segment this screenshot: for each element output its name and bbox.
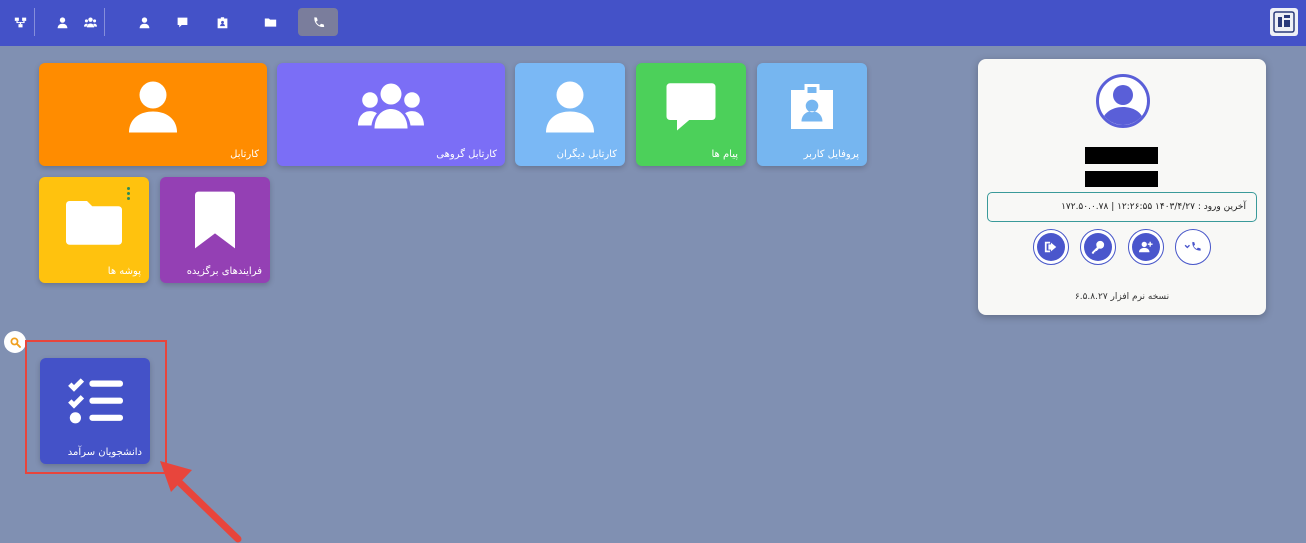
checklist-icon [68, 378, 123, 424]
top-toolbar [0, 0, 1306, 46]
app-root: کارتابل کارتابل گروهی کارتابل دیگران پیا… [0, 0, 1306, 543]
tile-messages[interactable]: پیام ها [636, 63, 746, 166]
users-group-icon [83, 16, 97, 27]
phone-icon [313, 16, 324, 27]
tile-label: پوشه ها [107, 266, 141, 277]
user-icon [57, 16, 67, 28]
users-group-icon [358, 83, 424, 129]
logout-icon [1044, 241, 1057, 253]
user-button-2[interactable] [130, 8, 158, 36]
more-options-icon[interactable] [127, 187, 131, 200]
toolbar-group-3 [130, 8, 158, 36]
toolbar-group-1 [6, 8, 35, 36]
toolbar-group-5 [208, 8, 236, 36]
toolbar-group-2 [48, 8, 105, 36]
tile-label: کارتابل [230, 149, 259, 160]
phone-button[interactable] [298, 8, 338, 36]
tile-label: کارتابل دیگران [556, 149, 617, 160]
tile-others-cartable[interactable]: کارتابل دیگران [515, 63, 625, 166]
id-badge-icon [217, 16, 227, 28]
tile-group-cartable[interactable]: کارتابل گروهی [277, 63, 505, 166]
tile-label: فرایندهای برگزیده [186, 266, 262, 277]
avatar [1096, 74, 1150, 128]
change-password-button[interactable] [1080, 229, 1117, 265]
user-button[interactable] [48, 8, 76, 36]
folder-icon [66, 201, 122, 245]
add-user-icon [1138, 241, 1153, 253]
user-icon [129, 81, 177, 133]
software-version: نسخه نرم افزار ۶.۵.۸.۲۷ [1074, 292, 1170, 302]
profile-button[interactable] [208, 8, 236, 36]
logout-button[interactable] [1033, 229, 1069, 265]
messages-button[interactable] [168, 8, 196, 36]
tile-favorite-processes[interactable]: فرایندهای برگزیده [160, 177, 270, 283]
tile-top-students[interactable]: دانشجویان سرآمد [40, 358, 150, 464]
university-logo [1270, 8, 1298, 36]
users-group-button[interactable] [76, 8, 104, 36]
annotation-arrow [160, 461, 242, 543]
user-avatar-icon [1101, 85, 1145, 125]
key-icon [1092, 240, 1105, 254]
id-badge-icon [791, 84, 833, 129]
tile-label: پروفایل کاربر [803, 149, 859, 160]
tile-cartable[interactable]: کارتابل [39, 63, 267, 166]
tile-label: دانشجویان سرآمد [67, 447, 142, 458]
network-icon [14, 17, 26, 27]
chat-icon [177, 17, 187, 27]
toolbar-group-4 [168, 8, 196, 36]
user-icon [139, 16, 149, 28]
toolbar-group-6 [256, 8, 284, 36]
profile-actions [1033, 229, 1211, 265]
toolbar-group-7 [298, 8, 338, 36]
search-icon [10, 337, 21, 348]
last-login-info: آخرین ورود : ۱۴۰۳/۴/۲۷ ۱۲:۲۶:۵۵ | ۱۷۲.۵۰… [987, 192, 1257, 222]
phone-dropdown-icon [1184, 241, 1201, 251]
tile-folders[interactable]: پوشه ها [39, 177, 149, 283]
redacted-name [1085, 147, 1158, 164]
add-user-button[interactable] [1127, 229, 1164, 265]
redacted-info [1085, 171, 1158, 187]
user-icon [546, 81, 594, 133]
folder-icon [264, 17, 276, 27]
tile-label: کارتابل گروهی [436, 149, 497, 160]
folders-button[interactable] [256, 8, 284, 36]
tile-user-profile[interactable]: پروفایل کاربر [757, 63, 867, 166]
network-button[interactable] [6, 8, 34, 36]
bookmark-icon [195, 191, 235, 249]
tile-label: پیام ها [711, 149, 738, 160]
search-button[interactable] [4, 331, 26, 353]
profile-card: آخرین ورود : ۱۴۰۳/۴/۲۷ ۱۲:۲۶:۵۵ | ۱۷۲.۵۰… [978, 59, 1266, 315]
chat-icon [666, 83, 716, 131]
phone-dropdown-button[interactable] [1174, 229, 1211, 265]
